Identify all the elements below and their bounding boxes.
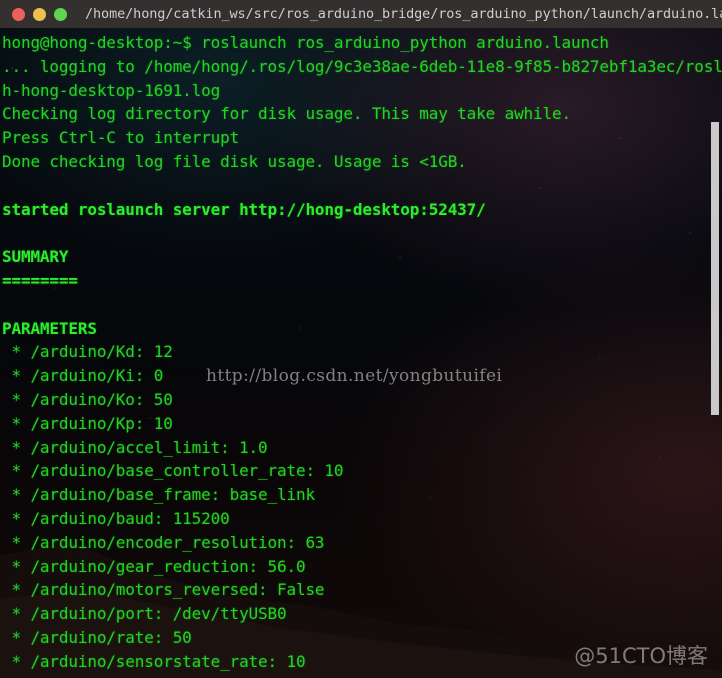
terminal-line: * /arduino/port: /dev/ttyUSB0	[2, 604, 287, 624]
terminal-line: * /arduino/rate: 50	[2, 627, 192, 647]
terminal-line: Checking log directory for disk usage. T…	[2, 104, 571, 124]
terminal-line: ========	[2, 270, 78, 290]
terminal-line: * /arduino/Ki: 0	[2, 366, 164, 386]
terminal-line: * /arduino/motors_reversed: False	[2, 580, 325, 600]
terminal-line: started roslaunch server http://hong-des…	[2, 199, 486, 219]
minimize-button[interactable]	[33, 7, 46, 21]
terminal-line: * /arduino/gear_reduction: 56.0	[2, 556, 306, 576]
close-button[interactable]	[12, 7, 25, 21]
window-controls	[12, 7, 67, 21]
terminal-line: * /arduino/Kp: 10	[2, 413, 173, 433]
terminal-line: Press Ctrl-C to interrupt	[2, 128, 240, 148]
terminal-line: * /arduino/encoder_resolution: 63	[2, 532, 325, 552]
terminal-line: * /arduino/base_frame: base_link	[2, 485, 315, 505]
terminal-line: PARAMETERS	[2, 318, 97, 338]
title-bar: /home/hong/catkin_ws/src/ros_arduino_bri…	[0, 0, 722, 28]
terminal-line: * /arduino/Kd: 12	[2, 342, 173, 362]
terminal-line: h-hong-desktop-1691.log	[2, 80, 221, 100]
terminal-line: SUMMARY	[2, 247, 69, 267]
terminal-line: hong@hong-desktop:~$ roslaunch ros_ardui…	[2, 33, 609, 52]
window-title: /home/hong/catkin_ws/src/ros_arduino_bri…	[85, 6, 722, 22]
terminal-line: * /arduino/Ko: 50	[2, 389, 173, 409]
terminal-line: * /arduino/baud: 115200	[2, 508, 230, 528]
terminal-line: * /arduino/base_controller_rate: 10	[2, 461, 344, 481]
scrollbar-thumb[interactable]	[711, 122, 719, 415]
terminal-line: ... logging to /home/hong/.ros/log/9c3e3…	[2, 56, 722, 76]
terminal-body[interactable]: hong@hong-desktop:~$ roslaunch ros_ardui…	[0, 28, 722, 678]
maximize-button[interactable]	[54, 7, 67, 21]
terminal-line: Done checking log file disk usage. Usage…	[2, 151, 467, 171]
terminal-line: * /arduino/sensorstate_rate: 10	[2, 651, 306, 671]
terminal-line: * /arduino/timeout: 0.1	[2, 674, 722, 678]
terminal-line: * /arduino/accel_limit: 1.0	[2, 437, 268, 457]
scrollbar-track[interactable]	[708, 28, 722, 678]
terminal-window: /home/hong/catkin_ws/src/ros_arduino_bri…	[0, 0, 722, 678]
terminal-output: hong@hong-desktop:~$ roslaunch ros_ardui…	[0, 28, 722, 678]
